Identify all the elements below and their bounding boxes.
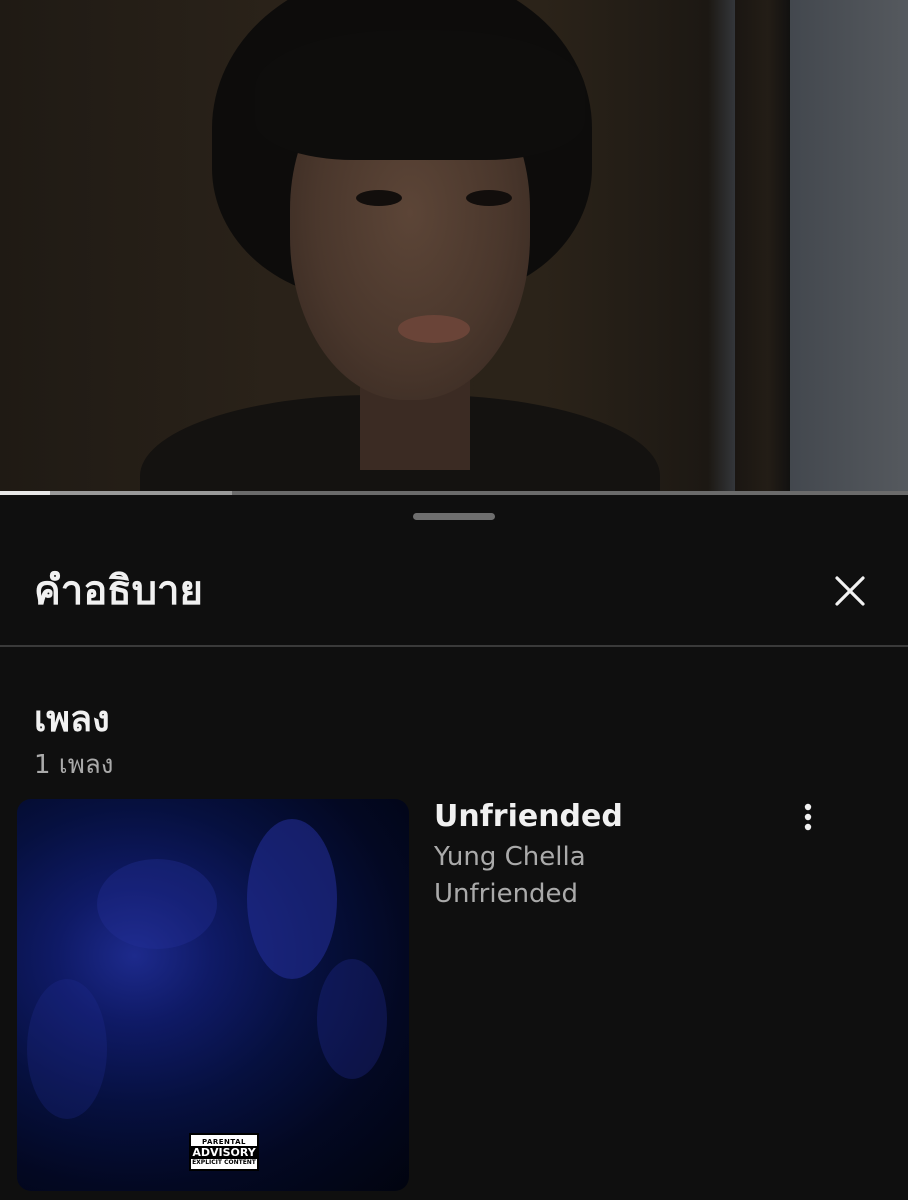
album-art-texture bbox=[97, 859, 217, 949]
music-section-title: เพลง bbox=[34, 699, 110, 740]
description-sheet: คำอธิบาย เพลง 1 เพลง PARENTAL ADVISORY E… bbox=[0, 495, 908, 1200]
song-list-item[interactable]: PARENTAL ADVISORY EXPLICIT CONTENT Unfri… bbox=[0, 795, 908, 1195]
song-artist: Yung Chella bbox=[434, 842, 586, 872]
video-player[interactable] bbox=[0, 0, 908, 493]
music-section-count: 1 เพลง bbox=[34, 750, 114, 780]
video-subject-eye-left bbox=[356, 190, 402, 206]
video-subject-lips bbox=[398, 315, 470, 343]
sheet-title: คำอธิบาย bbox=[34, 568, 203, 614]
advisory-line-2: ADVISORY bbox=[191, 1145, 257, 1159]
more-vert-icon bbox=[804, 803, 812, 831]
album-art-texture bbox=[27, 979, 107, 1119]
video-subject-fringe bbox=[255, 30, 585, 160]
close-button[interactable] bbox=[826, 567, 874, 615]
advisory-line-3: EXPLICIT CONTENT bbox=[192, 1158, 256, 1166]
song-album: Unfriended bbox=[434, 879, 579, 909]
close-icon bbox=[835, 576, 865, 606]
album-art-texture bbox=[247, 819, 337, 979]
album-art[interactable]: PARENTAL ADVISORY EXPLICIT CONTENT bbox=[17, 799, 409, 1191]
sheet-drag-handle[interactable] bbox=[413, 513, 495, 520]
video-background-door bbox=[735, 0, 790, 493]
album-art-texture bbox=[317, 959, 387, 1079]
advisory-line-1: PARENTAL bbox=[201, 1137, 247, 1146]
sheet-divider bbox=[0, 645, 908, 647]
parental-advisory-label: PARENTAL ADVISORY EXPLICIT CONTENT bbox=[189, 1133, 259, 1171]
song-title[interactable]: Unfriended bbox=[434, 797, 623, 837]
video-subject-eye-right bbox=[466, 190, 512, 206]
more-options-button[interactable] bbox=[790, 799, 826, 835]
